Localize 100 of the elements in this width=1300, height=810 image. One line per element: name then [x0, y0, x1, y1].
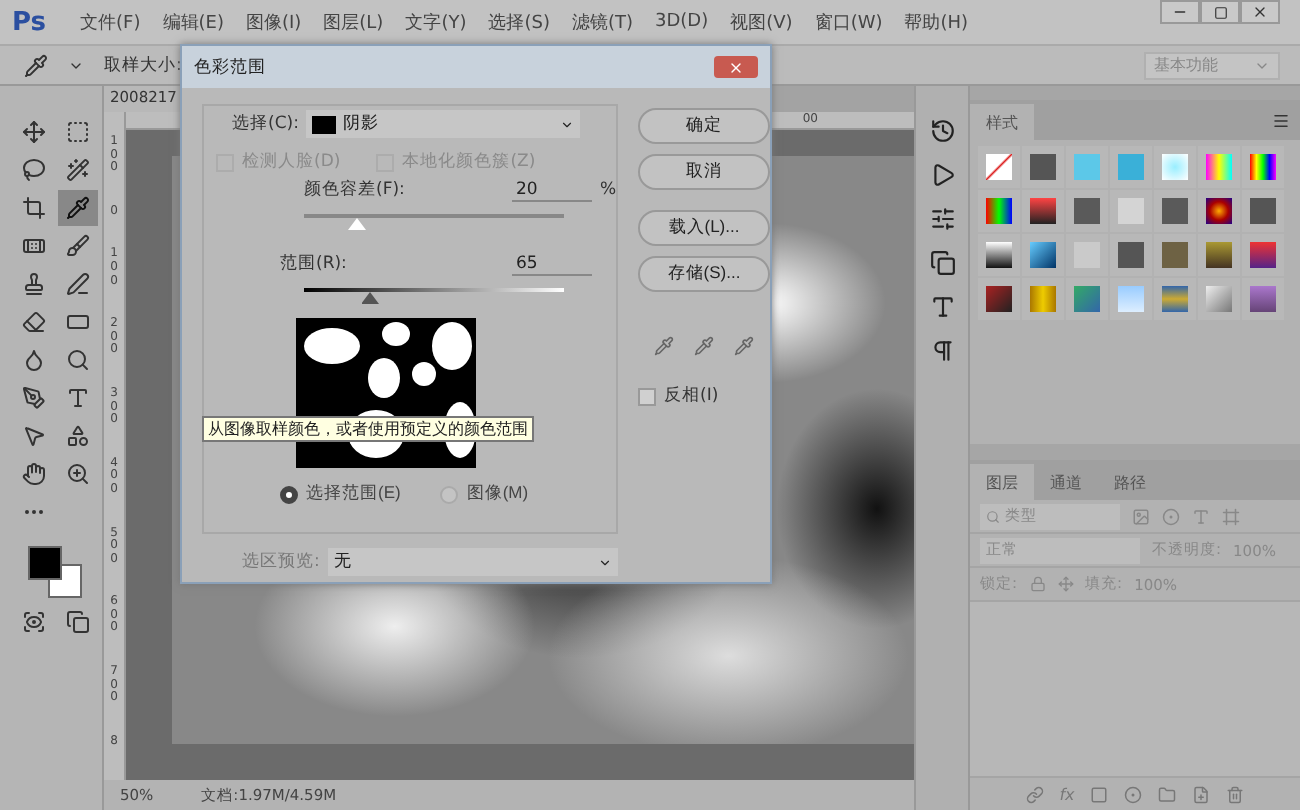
tool-button[interactable] [58, 190, 98, 226]
menu-item[interactable]: 滤镜(T) [571, 9, 634, 35]
play-icon[interactable] [929, 162, 955, 188]
style-swatch[interactable] [1118, 286, 1144, 312]
style-swatch[interactable] [1206, 198, 1232, 224]
style-swatch[interactable] [986, 198, 1012, 224]
menu-item[interactable]: 文字(Y) [405, 9, 467, 35]
history-icon[interactable] [929, 118, 955, 144]
search-icon [986, 509, 1000, 523]
style-swatch[interactable] [1118, 242, 1144, 268]
style-swatch[interactable] [1030, 154, 1056, 180]
style-swatch[interactable] [1162, 154, 1188, 180]
value-field[interactable]: 65 [512, 253, 592, 275]
screen-mode-icon[interactable] [66, 610, 90, 634]
style-swatch[interactable] [1030, 242, 1056, 268]
properties-icon[interactable] [929, 206, 955, 232]
style-swatch[interactable] [1250, 198, 1276, 224]
panel-tab[interactable]: 路径 [1098, 464, 1162, 500]
styles-tab[interactable]: 样式 [970, 104, 1034, 140]
magic-wand-icon [66, 158, 90, 182]
style-swatch[interactable] [986, 154, 1012, 180]
dialog-button[interactable]: 载入(L)... [638, 210, 770, 246]
style-swatch[interactable] [1162, 286, 1188, 312]
preview-dropdown[interactable]: 无 [327, 548, 618, 576]
move-icon [22, 120, 46, 144]
chevron-icon [598, 555, 612, 569]
style-swatch[interactable] [1250, 286, 1276, 312]
invert-checkbox[interactable] [638, 387, 656, 405]
panel-tab[interactable]: 通道 [1034, 464, 1098, 500]
dialog-title: 色彩范围 [194, 55, 266, 79]
style-swatch[interactable] [1074, 198, 1100, 224]
dialog-button[interactable]: 取消 [638, 154, 770, 190]
mask-icon[interactable] [1090, 785, 1109, 803]
minimize-button[interactable] [1160, 0, 1200, 24]
select-dropdown[interactable]: 阴影 [306, 110, 581, 138]
unit-label: % [599, 180, 617, 200]
trash-icon[interactable] [1226, 785, 1245, 803]
close-button[interactable] [714, 56, 758, 78]
menu-item[interactable]: 选择(S) [488, 9, 550, 35]
slider-thumb[interactable] [361, 292, 379, 304]
menu-item[interactable]: 图像(I) [245, 9, 302, 35]
eyedropper-icon[interactable] [654, 336, 674, 356]
dialog-button[interactable]: 存储(S)... [638, 256, 770, 292]
lasso-icon [22, 158, 46, 182]
app-logo: Ps [12, 7, 47, 37]
search-icon [66, 348, 90, 372]
maximize-button[interactable] [1200, 0, 1240, 24]
style-swatch[interactable] [986, 242, 1012, 268]
style-swatch[interactable] [1206, 154, 1232, 180]
menu-item[interactable]: 视图(V) [730, 9, 793, 35]
bandage-icon [22, 234, 46, 258]
folder-icon[interactable] [1158, 785, 1177, 803]
menu-item[interactable]: 图层(L) [323, 9, 384, 35]
panel-tab[interactable]: 图层 [970, 464, 1034, 500]
style-swatch[interactable] [1250, 242, 1276, 268]
copy-icon[interactable] [929, 250, 955, 276]
maximize-icon [1213, 5, 1227, 19]
invert-label: 反相(I) [664, 384, 719, 408]
style-swatch[interactable] [1030, 286, 1056, 312]
style-swatch[interactable] [1206, 286, 1232, 312]
close-button[interactable] [1240, 0, 1280, 24]
value-field[interactable]: 20 [511, 179, 592, 201]
radio-option[interactable]: 选择范围(E) [280, 482, 401, 506]
menu-item[interactable]: 文件(F) [80, 9, 141, 35]
chevron-icon [560, 117, 575, 131]
link-icon[interactable] [1025, 785, 1044, 803]
brush-icon [66, 234, 90, 258]
mask-mode-icon[interactable] [22, 610, 46, 634]
new-layer-icon[interactable] [1192, 785, 1211, 803]
droplet-icon [22, 348, 46, 372]
style-swatch[interactable] [1030, 198, 1056, 224]
pointer-icon [22, 424, 46, 448]
marquee-icon [66, 120, 90, 144]
style-swatch[interactable] [1162, 198, 1188, 224]
dialog-button[interactable]: 确定 [638, 108, 770, 144]
style-swatch[interactable] [1118, 198, 1144, 224]
style-swatch[interactable] [1074, 154, 1100, 180]
menu-item[interactable]: 3D(D) [655, 12, 709, 32]
stamp-icon [22, 272, 46, 296]
character-icon[interactable] [929, 294, 955, 320]
zoom-icon [66, 462, 90, 486]
menu-item[interactable]: 编辑(E) [162, 9, 224, 35]
menu-item[interactable]: 帮助(H) [904, 9, 969, 35]
style-swatch[interactable] [1250, 154, 1276, 180]
select-label: 选择(C): [232, 112, 299, 136]
eyedropper-plus-icon[interactable] [694, 336, 714, 356]
eyedropper-minus-icon[interactable] [734, 336, 754, 356]
eyedropper-icon[interactable] [24, 53, 48, 77]
menu-item[interactable]: 窗口(W) [814, 9, 883, 35]
radio-option[interactable]: 图像(M) [440, 482, 529, 506]
style-swatch[interactable] [1206, 242, 1232, 268]
style-swatch[interactable] [1162, 242, 1188, 268]
style-swatch[interactable] [1074, 286, 1100, 312]
style-swatch[interactable] [1118, 154, 1144, 180]
panel-menu-icon[interactable] [1272, 112, 1290, 130]
sample-size-label: 取样大小: [104, 53, 182, 77]
style-swatch[interactable] [986, 286, 1012, 312]
slider-thumb[interactable] [348, 218, 366, 230]
close-icon [1252, 4, 1268, 20]
paragraph-icon[interactable] [929, 338, 955, 364]
